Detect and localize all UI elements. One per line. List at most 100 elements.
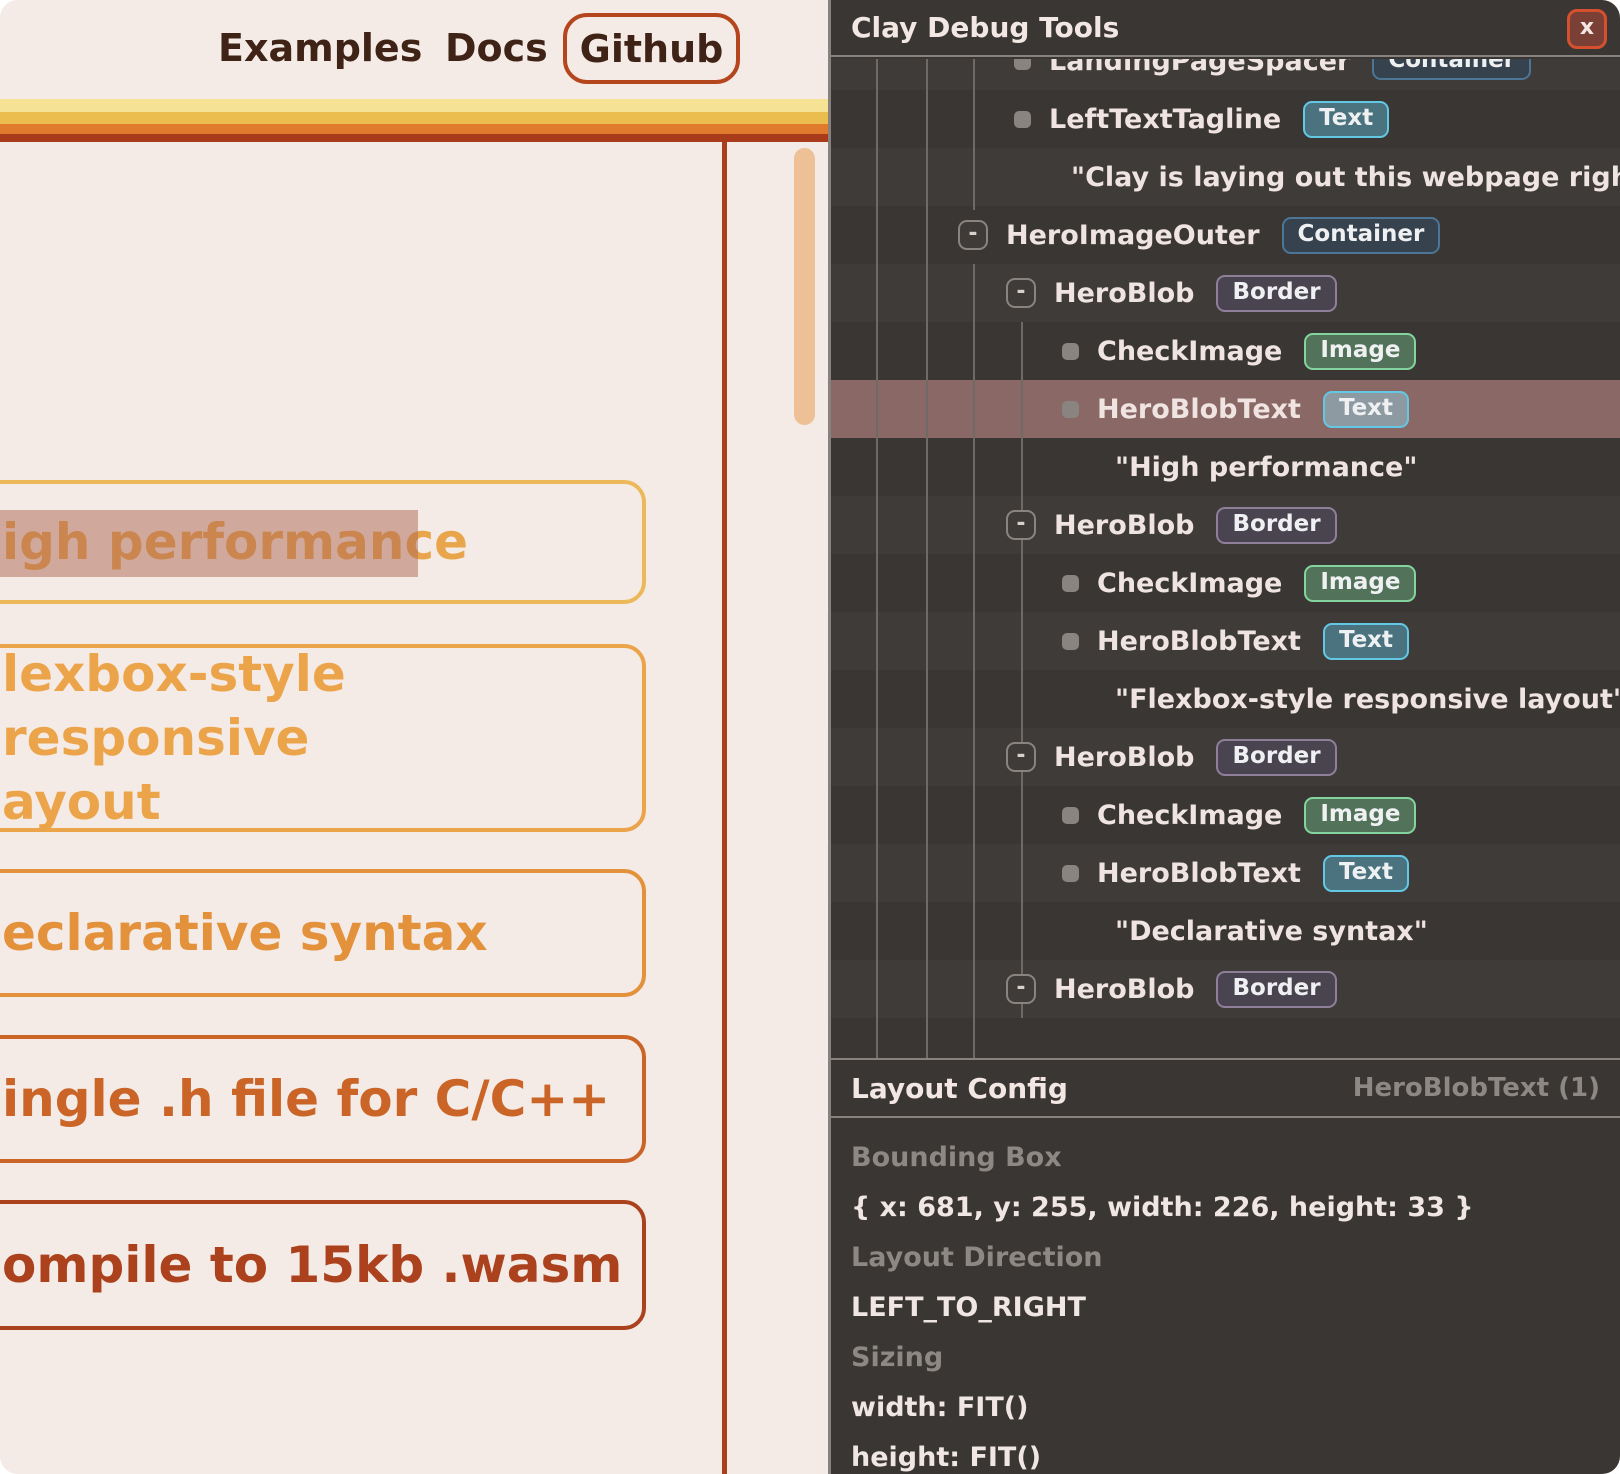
leaf-bullet-icon	[1014, 111, 1031, 128]
tree-guide-line	[973, 264, 975, 1058]
header-gradient-stripes	[0, 99, 828, 142]
leaf-bullet-icon	[1062, 807, 1079, 824]
element-name: HeroImageOuter	[1006, 220, 1260, 251]
tree-row[interactable]: -HeroBlob Border	[831, 264, 1620, 322]
config-field-value: { x: 681, y: 255, width: 226, height: 33…	[851, 1182, 1600, 1232]
collapse-toggle-icon[interactable]: -	[1006, 742, 1036, 772]
config-field-value: height: FIT()	[851, 1432, 1600, 1474]
config-field-value: LEFT_TO_RIGHT	[851, 1282, 1600, 1332]
feature-text: eclarative syntax	[2, 901, 642, 965]
element-type-badge: Text	[1323, 623, 1409, 660]
collapse-toggle-icon[interactable]: -	[1006, 510, 1036, 540]
element-type-badge: Image	[1304, 565, 1416, 602]
page-scrollbar-thumb[interactable]	[794, 148, 815, 425]
leaf-bullet-icon	[1014, 59, 1031, 70]
tree-guide-line	[876, 59, 878, 1058]
column-divider	[722, 142, 727, 1474]
close-button[interactable]: x	[1567, 9, 1607, 49]
tree-row[interactable]: CheckImage Image	[831, 322, 1620, 380]
element-name: HeroBlobText	[1097, 394, 1301, 425]
tree-row[interactable]: HeroBlobText Text	[831, 380, 1620, 438]
element-name: LandingPageSpacer	[1049, 59, 1350, 77]
feature-text: ingle .h file for C/C++	[2, 1067, 642, 1131]
collapse-toggle-icon[interactable]: -	[1006, 278, 1036, 308]
nav-link-examples[interactable]: Examples	[218, 0, 422, 96]
collapse-toggle-icon[interactable]: -	[958, 220, 988, 250]
feature-box-declarative-syntax: eclarative syntax	[0, 869, 646, 997]
layout-config-body: Bounding Box{ x: 681, y: 255, width: 226…	[831, 1120, 1620, 1474]
config-field-value: width: FIT()	[851, 1382, 1600, 1432]
element-name: HeroBlob	[1054, 742, 1194, 773]
element-name: CheckImage	[1097, 568, 1282, 599]
tree-row[interactable]: "High performance"	[831, 438, 1620, 496]
tree-row[interactable]: LandingPageSpacer Container	[831, 59, 1620, 90]
layout-config-header: Layout Config HeroBlobText (1)	[831, 1058, 1620, 1118]
stripe-gold	[0, 112, 828, 124]
panel-title: Clay Debug Tools	[851, 11, 1119, 44]
element-type-badge: Container	[1372, 59, 1531, 80]
element-name: HeroBlobText	[1097, 858, 1301, 889]
tree-row[interactable]: -HeroBlobBorder	[831, 960, 1620, 1018]
tree-row[interactable]: HeroBlobText Text	[831, 612, 1620, 670]
tree-row[interactable]: -HeroBlob Border	[831, 496, 1620, 554]
element-tree: LandingPageSpacer Container LeftTextTaglin…	[831, 59, 1620, 1058]
tree-row[interactable]: HeroBlobText Text	[831, 844, 1620, 902]
element-name: CheckImage	[1097, 800, 1282, 831]
collapse-toggle-icon[interactable]: -	[1006, 974, 1036, 1004]
stripe-orange	[0, 124, 828, 134]
nav-link-docs[interactable]: Docs	[445, 0, 548, 96]
element-type-badge: Text	[1323, 855, 1409, 892]
debug-selection-overlay	[0, 510, 418, 577]
feature-box-flexbox-layout: lexbox-style responsiveayout	[0, 644, 646, 832]
leaf-bullet-icon	[1062, 343, 1079, 360]
element-type-badge: Text	[1323, 391, 1409, 428]
selected-element-label: HeroBlobText (1)	[1353, 1073, 1600, 1103]
layout-config-title: Layout Config	[851, 1072, 1068, 1105]
stripe-pale-yellow	[0, 99, 828, 112]
text-content-preview: "High performance"	[1115, 452, 1417, 483]
element-name: CheckImage	[1097, 336, 1282, 367]
element-type-badge: Border	[1216, 739, 1336, 776]
clay-webpage: Examples Docs Github igh performance lex…	[0, 0, 828, 1474]
config-field-label: Layout Direction	[851, 1232, 1600, 1282]
feature-text: ompile to 15kb .wasm	[2, 1233, 642, 1297]
stripe-rust	[0, 134, 828, 142]
tree-row[interactable]: CheckImage Image	[831, 554, 1620, 612]
clay-debug-panel: Clay Debug Tools x LandingPageSpacer Cont…	[828, 0, 1620, 1474]
leaf-bullet-icon	[1062, 865, 1079, 882]
element-type-badge: Container	[1282, 217, 1441, 254]
tree-row[interactable]: -HeroBlob Border	[831, 728, 1620, 786]
element-name: HeroBlob	[1054, 278, 1194, 309]
feature-box-wasm: ompile to 15kb .wasm	[0, 1200, 646, 1330]
tree-row[interactable]: -HeroImageOuter Container	[831, 206, 1620, 264]
tree-guide-line	[973, 59, 975, 210]
element-name: HeroBlob	[1054, 510, 1194, 541]
tree-guide-line	[1021, 322, 1023, 1018]
element-type-badge: Text	[1303, 101, 1389, 138]
element-type-badge: Border	[1216, 275, 1336, 312]
text-content-preview: "Declarative syntax"	[1115, 916, 1428, 947]
feature-text: lexbox-style responsive	[2, 642, 642, 770]
text-content-preview: "Flexbox-style responsive layout"	[1115, 684, 1620, 715]
element-name: LeftTextTagline	[1049, 104, 1281, 135]
element-type-badge: Image	[1304, 797, 1416, 834]
debug-panel-header: Clay Debug Tools	[831, 0, 1620, 57]
tree-row[interactable]: "Declarative syntax"	[831, 902, 1620, 960]
leaf-bullet-icon	[1062, 633, 1079, 650]
tree-row[interactable]: "Clay is laying out this webpage right n…	[831, 148, 1620, 206]
feature-box-single-header: ingle .h file for C/C++	[0, 1035, 646, 1163]
element-type-badge: Image	[1304, 333, 1416, 370]
config-field-label: Sizing	[851, 1332, 1600, 1382]
tree-row[interactable]: "Flexbox-style responsive layout"	[831, 670, 1620, 728]
app-window: Examples Docs Github igh performance lex…	[0, 0, 1620, 1474]
github-button[interactable]: Github	[563, 13, 740, 84]
config-field-label: Bounding Box	[851, 1132, 1600, 1182]
element-name: HeroBlob	[1054, 974, 1194, 1005]
feature-text: ayout	[2, 770, 642, 834]
tree-row[interactable]: CheckImage Image	[831, 786, 1620, 844]
leaf-bullet-icon	[1062, 401, 1079, 418]
element-name: HeroBlobText	[1097, 626, 1301, 657]
tree-row[interactable]: LeftTextTagline Text	[831, 90, 1620, 148]
element-type-badge: Border	[1216, 507, 1336, 544]
tree-guide-line	[926, 59, 928, 1058]
